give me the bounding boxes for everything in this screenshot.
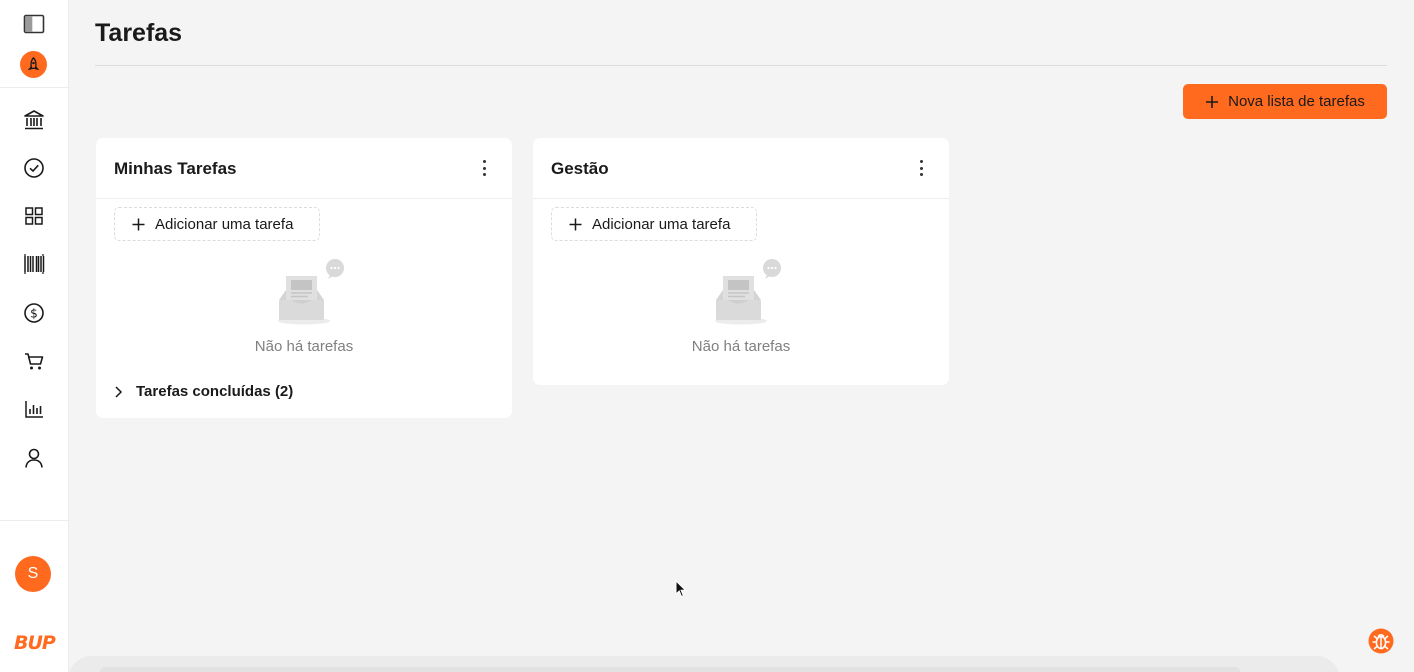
avatar[interactable]: S (15, 556, 51, 592)
completed-tasks-toggle[interactable]: Tarefas concluídas (2) (114, 383, 293, 400)
plus-icon (569, 218, 582, 230)
add-task-button[interactable]: Adicionar uma tarefa (114, 207, 320, 241)
sidebar-item-products[interactable] (14, 244, 54, 284)
bottom-bar-handle (100, 667, 1240, 672)
check-circle-icon (24, 158, 44, 178)
user-icon (25, 448, 43, 468)
panel-toggle-icon[interactable] (14, 4, 54, 44)
task-list-title: Gestão (551, 159, 609, 178)
new-task-list-button[interactable]: Nova lista de tarefas (1183, 84, 1387, 119)
bank-icon (24, 110, 44, 130)
sidebar-divider (0, 520, 69, 521)
title-divider (95, 65, 1387, 66)
sidebar-divider (0, 87, 69, 88)
sidebar: $ S BUP (0, 0, 69, 672)
plus-icon (1206, 95, 1219, 108)
bug-icon[interactable] (1368, 628, 1394, 654)
add-task-label: Adicionar uma tarefa (592, 215, 731, 233)
task-list-card: Minhas Tarefas Adicionar uma tarefa Não … (96, 138, 512, 418)
brand-logo: BUP (14, 632, 56, 654)
sidebar-item-bank[interactable] (14, 100, 54, 140)
dollar-circle-icon: $ (24, 303, 44, 323)
empty-inbox-icon (715, 259, 781, 325)
sidebar-item-finance[interactable]: $ (14, 293, 54, 333)
completed-tasks-label: Tarefas concluídas (2) (136, 383, 294, 400)
task-list-header: Minhas Tarefas (96, 138, 512, 199)
task-list-title: Minhas Tarefas (114, 159, 237, 178)
sidebar-item-tasks[interactable] (14, 148, 54, 188)
plus-icon (132, 218, 145, 230)
rocket-icon[interactable] (20, 51, 47, 78)
empty-inbox-icon (278, 259, 344, 325)
chevron-right-icon (115, 385, 123, 398)
sidebar-item-dashboard[interactable] (14, 196, 54, 236)
more-vertical-icon[interactable] (478, 158, 490, 178)
sidebar-item-sales[interactable] (14, 341, 54, 381)
empty-state-text: Não há tarefas (254, 338, 354, 355)
add-task-button[interactable]: Adicionar uma tarefa (551, 207, 757, 241)
page-title: Tarefas (95, 19, 183, 47)
add-task-label: Adicionar uma tarefa (155, 215, 294, 233)
task-list-card: Gestão Adicionar uma tarefa Não há taref… (533, 138, 949, 385)
mouse-cursor-icon (675, 580, 687, 598)
svg-text:$: $ (30, 307, 38, 321)
barcode-icon (24, 254, 45, 274)
empty-state-text: Não há tarefas (691, 338, 791, 355)
new-task-list-label: Nova lista de tarefas (1228, 93, 1365, 110)
task-list-header: Gestão (533, 138, 949, 199)
sidebar-item-reports[interactable] (14, 389, 54, 429)
more-vertical-icon[interactable] (915, 158, 927, 178)
grid-icon (25, 207, 43, 225)
sidebar-item-customers[interactable] (14, 438, 54, 478)
cart-icon (25, 353, 44, 370)
bar-chart-icon (25, 401, 43, 418)
